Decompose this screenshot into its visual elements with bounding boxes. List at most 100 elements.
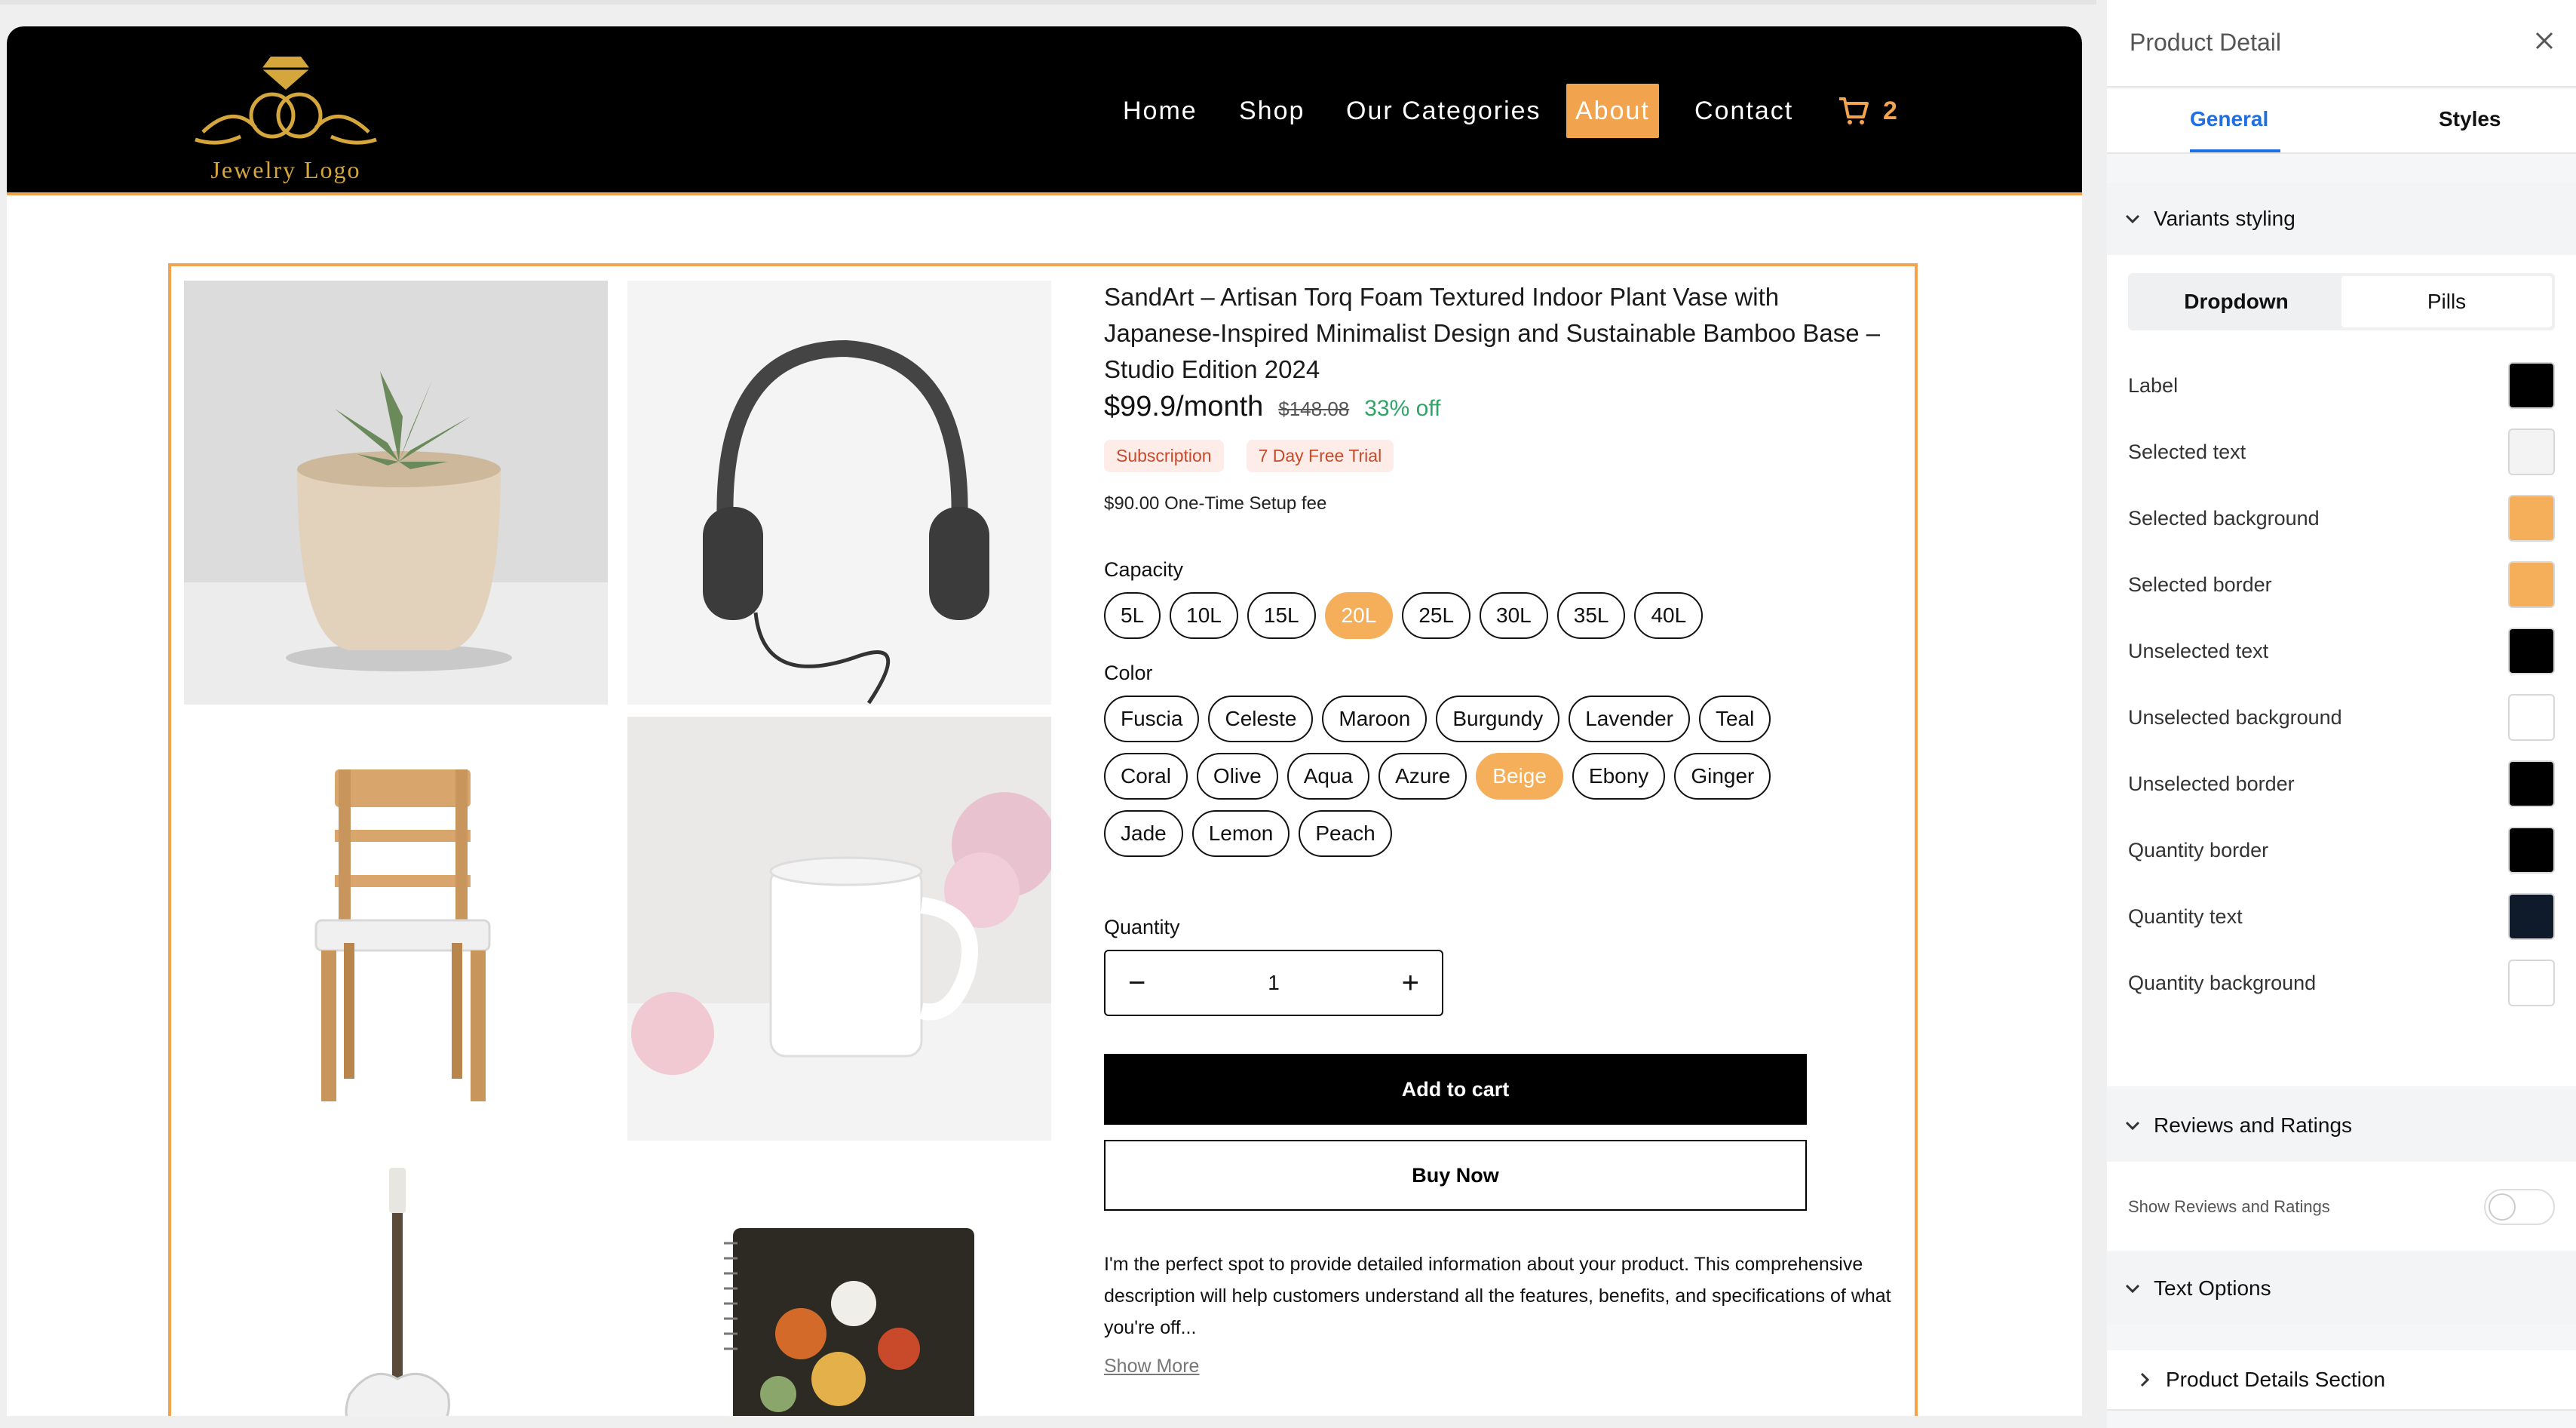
- nav-shop[interactable]: Shop: [1239, 84, 1305, 138]
- style-row-label: Quantity text: [2128, 904, 2243, 928]
- show-reviews-row: Show Reviews and Ratings: [2128, 1183, 2555, 1231]
- cart-icon: [1839, 97, 1869, 124]
- color-swatch[interactable]: [2508, 893, 2555, 940]
- chair-image: [184, 717, 608, 1141]
- color-option-lavender[interactable]: Lavender: [1569, 696, 1690, 742]
- add-to-cart-button[interactable]: Add to cart: [1104, 1054, 1807, 1125]
- nav-our-categories[interactable]: Our Categories: [1346, 84, 1541, 138]
- nav-home[interactable]: Home: [1123, 84, 1198, 138]
- nav-about[interactable]: About: [1566, 84, 1659, 138]
- product-image-guitar[interactable]: [184, 1153, 608, 1416]
- quantity-increase-button[interactable]: +: [1402, 968, 1419, 998]
- color-swatch[interactable]: [2508, 694, 2555, 741]
- style-row-selected-background: Selected background: [2128, 493, 2555, 543]
- show-reviews-toggle[interactable]: [2484, 1189, 2555, 1225]
- color-option-fuscia[interactable]: Fuscia: [1104, 696, 1200, 742]
- color-option-azure[interactable]: Azure: [1378, 753, 1467, 800]
- style-row-label: Unselected background: [2128, 705, 2342, 729]
- color-swatch[interactable]: [2508, 760, 2555, 807]
- tab-styles[interactable]: Styles: [2439, 107, 2501, 131]
- color-option-ebony[interactable]: Ebony: [1572, 753, 1666, 800]
- product-info: SandArt – Artisan Torq Foam Textured Ind…: [1104, 279, 1891, 1377]
- nav-contact[interactable]: Contact: [1694, 84, 1793, 138]
- capacity-option-35l[interactable]: 35L: [1556, 592, 1626, 639]
- style-row-quantity-border: Quantity border: [2128, 825, 2555, 875]
- cart-count: 2: [1883, 96, 1899, 125]
- variants-styling-header[interactable]: Variants styling: [2107, 183, 2576, 255]
- quantity-stepper: − 1 +: [1104, 950, 1443, 1016]
- color-swatch[interactable]: [2508, 628, 2555, 674]
- badge-row: Subscription 7 Day Free Trial: [1104, 440, 1888, 472]
- active-tab-indicator: [2190, 149, 2280, 152]
- color-option-coral[interactable]: Coral: [1104, 753, 1188, 800]
- product-image-chair[interactable]: [184, 717, 608, 1141]
- price: $99.9/month: [1104, 391, 1264, 422]
- discount-label: 33% off: [1364, 396, 1441, 421]
- close-icon[interactable]: [2529, 26, 2559, 56]
- text-options-header[interactable]: Text Options: [2107, 1252, 2576, 1325]
- capacity-option-10l[interactable]: 10L: [1170, 592, 1238, 639]
- color-swatch[interactable]: [2508, 960, 2555, 1006]
- color-swatch[interactable]: [2508, 428, 2555, 475]
- product-image-headphones[interactable]: [627, 281, 1051, 705]
- reviews-ratings-header[interactable]: Reviews and Ratings: [2107, 1089, 2576, 1162]
- headphones-image: [627, 281, 1051, 705]
- color-swatch[interactable]: [2508, 561, 2555, 608]
- color-swatch[interactable]: [2508, 827, 2555, 874]
- reviews-ratings-title: Reviews and Ratings: [2154, 1113, 2353, 1137]
- chevron-down-icon: [2125, 1121, 2140, 1131]
- color-option-maroon[interactable]: Maroon: [1322, 696, 1428, 742]
- logo-text: Jewelry Logo: [210, 156, 361, 183]
- capacity-option-30l[interactable]: 30L: [1480, 592, 1548, 639]
- color-option-celeste[interactable]: Celeste: [1208, 696, 1314, 742]
- color-swatch[interactable]: [2508, 362, 2555, 409]
- text-options-title: Text Options: [2154, 1276, 2271, 1300]
- panel-tabs: General Styles: [2107, 89, 2576, 154]
- variant-mode-pills[interactable]: Pills: [2341, 276, 2552, 327]
- plant-pot-image: [184, 281, 608, 705]
- reviews-ratings-body: Show Reviews and Ratings: [2107, 1162, 2576, 1251]
- color-option-burgundy[interactable]: Burgundy: [1436, 696, 1560, 742]
- variant-mode-dropdown[interactable]: Dropdown: [2131, 276, 2341, 327]
- style-row-unselected-border: Unselected border: [2128, 759, 2555, 809]
- show-more-link[interactable]: Show More: [1104, 1356, 1888, 1377]
- settings-panel: Product Detail General Styles Variants s…: [2107, 0, 2576, 1428]
- panel-header: Product Detail: [2107, 0, 2576, 88]
- capacity-option-5l[interactable]: 5L: [1104, 592, 1161, 639]
- style-row-label: Unselected border: [2128, 772, 2295, 795]
- buy-now-button[interactable]: Buy Now: [1104, 1140, 1807, 1211]
- floral-notebook-image: [627, 1153, 1051, 1416]
- product-image-plant-pot[interactable]: [184, 281, 608, 705]
- tab-general[interactable]: General: [2190, 107, 2268, 131]
- chevron-right-icon: [2140, 1372, 2150, 1387]
- product-details-section-title: Product Details Section: [2166, 1368, 2386, 1391]
- product-details-section-header[interactable]: Product Details Section: [2107, 1350, 2576, 1411]
- quantity-label: Quantity: [1104, 916, 1180, 938]
- style-row-label: Selected text: [2128, 440, 2246, 463]
- color-option-teal[interactable]: Teal: [1698, 696, 1771, 742]
- color-option-beige[interactable]: Beige: [1476, 753, 1563, 800]
- color-option-olive[interactable]: Olive: [1196, 753, 1278, 800]
- capacity-option-40l[interactable]: 40L: [1634, 592, 1704, 639]
- show-reviews-label: Show Reviews and Ratings: [2128, 1197, 2330, 1216]
- toggle-knob: [2489, 1193, 2516, 1221]
- color-option-jade[interactable]: Jade: [1104, 810, 1183, 857]
- quantity-value[interactable]: 1: [1268, 971, 1280, 995]
- quantity-decrease-button[interactable]: −: [1128, 968, 1145, 998]
- color-option-aqua[interactable]: Aqua: [1286, 753, 1370, 800]
- color-swatch[interactable]: [2508, 495, 2555, 542]
- capacity-option-25l[interactable]: 25L: [1402, 592, 1471, 639]
- site-header: Jewelry Logo Home Shop Our Categories Ab…: [7, 26, 2082, 195]
- capacity-option-15l[interactable]: 15L: [1247, 592, 1316, 639]
- product-image-notebook[interactable]: [627, 1153, 1051, 1416]
- capacity-option-20l[interactable]: 20L: [1324, 592, 1394, 639]
- product-image-mug[interactable]: [627, 717, 1051, 1141]
- color-option-lemon[interactable]: Lemon: [1191, 810, 1290, 857]
- color-option-ginger[interactable]: Ginger: [1674, 753, 1771, 800]
- cart-button[interactable]: 2: [1838, 84, 1899, 138]
- product-title: SandArt – Artisan Torq Foam Textured Ind…: [1104, 283, 1881, 383]
- color-option-peach[interactable]: Peach: [1299, 810, 1392, 857]
- setup-fee: $90.00 One-Time Setup fee: [1104, 493, 1327, 514]
- chevron-down-icon: [2125, 1284, 2140, 1294]
- style-row-label: Quantity background: [2128, 971, 2317, 994]
